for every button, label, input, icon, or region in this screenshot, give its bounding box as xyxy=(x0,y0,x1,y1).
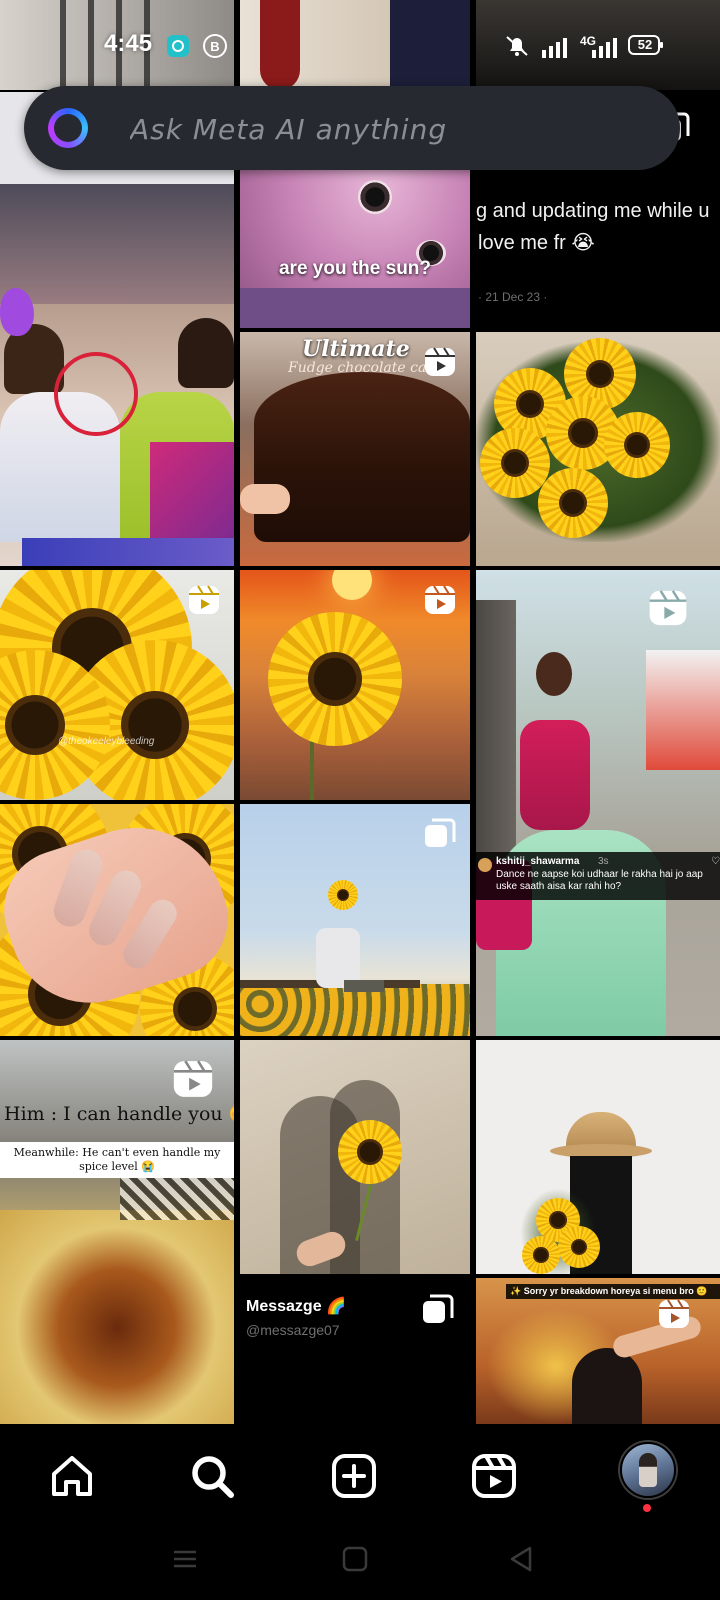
messazge-title: Messazge 🌈 xyxy=(246,1298,346,1315)
grid-tile-sunflower-nails[interactable] xyxy=(0,804,234,1036)
b-notification-icon: B xyxy=(202,33,228,64)
meta-ai-search-input[interactable] xyxy=(128,106,652,152)
grid-tile-shadow-couple[interactable] xyxy=(240,1040,470,1274)
heart-icon: ♡ xyxy=(711,856,720,867)
cake-subtitle: Fudge chocolate ca xyxy=(288,360,427,376)
reel-icon xyxy=(422,344,458,380)
reel-icon xyxy=(422,582,458,618)
svg-text:B: B xyxy=(210,39,219,54)
cat-caption: are you the sun? xyxy=(278,258,432,279)
comment-text: Dance ne aapse koi udhaar le rakha hai j… xyxy=(496,869,703,892)
battery-level: 52 xyxy=(637,37,653,52)
network-type: 4G xyxy=(580,34,597,48)
grid-tile-messazge[interactable]: Messazge 🌈 @messazge07 xyxy=(240,1278,470,1424)
grid-tile-breakdown-reel[interactable]: ✨ Sorry yr breakdown horeya si menu bro … xyxy=(476,1278,720,1424)
mute-icon xyxy=(504,34,530,63)
explore-grid: are you the sun? g and updating me while… xyxy=(0,0,720,1424)
nav-search-button[interactable] xyxy=(182,1446,242,1506)
reels-icon xyxy=(472,1454,516,1498)
reel-icon xyxy=(186,582,222,618)
grid-tile-dancing-woman[interactable]: kshitij_shawarma 3s Dance ne aapse koi u… xyxy=(476,570,720,1036)
carousel-icon xyxy=(420,1292,456,1328)
reel-icon xyxy=(656,1296,692,1332)
nav-create-button[interactable] xyxy=(324,1446,384,1506)
meta-ai-icon xyxy=(48,108,88,148)
nav-profile-avatar[interactable] xyxy=(620,1442,676,1498)
highlight-circle xyxy=(54,352,138,436)
grid-tile-sunflower-closeup[interactable]: @theokeeleybleeding xyxy=(0,570,234,800)
search-icon xyxy=(192,1456,234,1498)
notification-dot xyxy=(643,1504,651,1512)
system-navigation-bar xyxy=(0,1544,720,1600)
comment-overlay: kshitij_shawarma 3s Dance ne aapse koi u… xyxy=(476,852,720,900)
bottom-navigation xyxy=(0,1424,720,1544)
tweet-line-2: love me fr 😭 xyxy=(478,232,595,254)
closeup-watermark: @theokeeleybleeding xyxy=(58,736,155,747)
carousel-icon xyxy=(422,816,458,852)
grid-tile-noodles-meme[interactable]: Him : I can handle you 🤭 Meanwhile: He c… xyxy=(0,1040,234,1424)
reel-icon xyxy=(170,1056,216,1102)
meme-bottom-text: Meanwhile: He can't even handle my spice… xyxy=(0,1142,234,1178)
grid-tile-chocolate-cake[interactable]: Ultimate Fudge chocolate ca xyxy=(240,332,470,566)
status-bar: 4:45 B 4G 52 xyxy=(0,0,720,88)
reel-icon xyxy=(646,586,690,630)
status-time: 4:45 xyxy=(104,30,153,57)
grid-tile-sunflower-bouquet[interactable] xyxy=(476,332,720,566)
messazge-handle: @messazge07 xyxy=(246,1322,340,1338)
nav-home-button[interactable] xyxy=(42,1446,102,1506)
nav-reels-button[interactable] xyxy=(464,1446,524,1506)
tweet-line-1: g and updating me while u xyxy=(476,200,710,222)
meta-ai-search-bar[interactable] xyxy=(24,86,680,170)
recents-icon[interactable] xyxy=(170,1544,200,1574)
cake-title: Ultimate xyxy=(302,336,410,362)
purple-sticker xyxy=(0,288,34,336)
create-icon xyxy=(332,1454,376,1498)
tweet-date: · 21 Dec 23 · xyxy=(478,290,548,304)
alarm-app-icon xyxy=(166,34,190,63)
comment-username: kshitij_shawarma xyxy=(496,856,580,867)
system-back-icon[interactable] xyxy=(506,1544,536,1574)
grid-tile-sunflower-sunset[interactable] xyxy=(240,570,470,800)
home-icon xyxy=(52,1456,92,1496)
system-home-icon[interactable] xyxy=(340,1544,370,1574)
meme-top-text: Him : I can handle you 🤭 xyxy=(4,1103,234,1125)
grid-tile-man-with-sunflower[interactable] xyxy=(240,804,470,1036)
grid-tile-hat-sunflowers[interactable] xyxy=(476,1040,720,1274)
comment-time: 3s xyxy=(598,856,609,867)
